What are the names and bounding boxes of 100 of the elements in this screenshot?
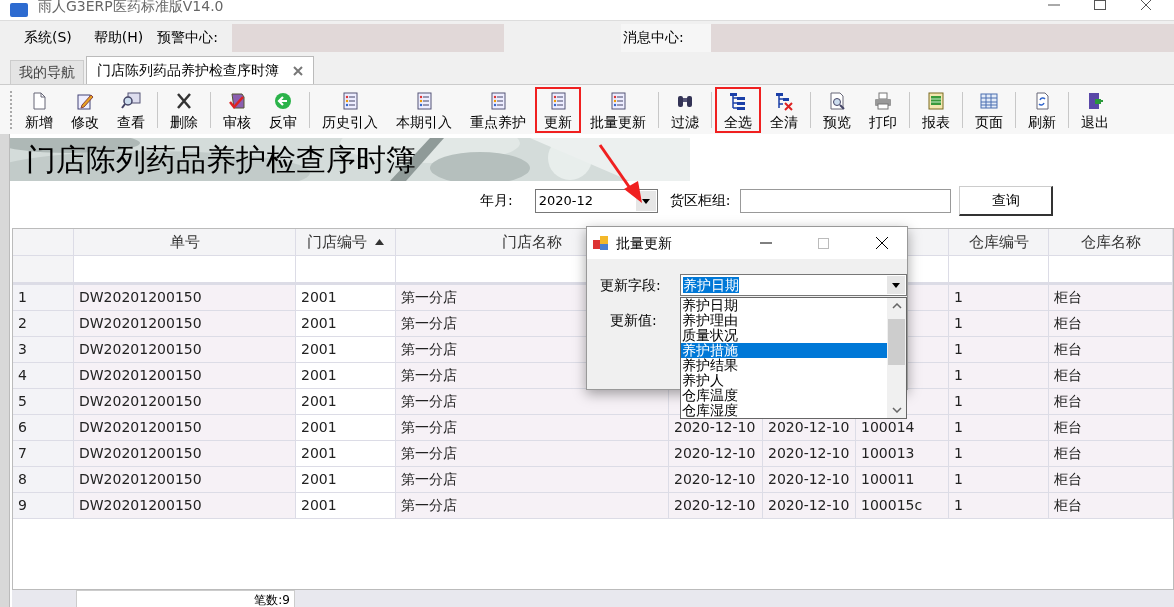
table-cell: 柜台 — [1049, 311, 1173, 337]
table-cell: DW20201200150 — [74, 493, 296, 519]
query-button[interactable]: 查询 — [959, 185, 1054, 216]
table-cell: DW20201200150 — [74, 467, 296, 493]
table-cell: 1 — [949, 311, 1049, 337]
toolbar-button[interactable]: 全清 — [761, 86, 807, 133]
table-cell: 1 — [949, 415, 1049, 441]
table-cell: 1 — [949, 493, 1049, 519]
table-cell: 2020-12-10 — [763, 493, 856, 519]
dropdown-option[interactable]: 养护日期 — [681, 298, 887, 313]
dropdown-option[interactable]: 仓库温度 — [681, 388, 887, 403]
table-cell: 柜台 — [1049, 389, 1173, 415]
toolbar-button[interactable]: 修改 — [62, 86, 108, 133]
toolbar-button[interactable]: 查看 — [108, 86, 154, 133]
menu-item[interactable]: 帮助(H) — [93, 27, 144, 48]
table-cell: 2001 — [296, 493, 396, 519]
table-cell: 2001 — [296, 337, 396, 363]
table-cell: 2020-12-10 — [669, 493, 763, 519]
toolbar-button[interactable]: 审核 — [214, 86, 260, 133]
table-cell: 2001 — [296, 441, 396, 467]
table-cell: DW20201200150 — [74, 337, 296, 363]
dropdown-option[interactable]: 质量状况 — [681, 328, 887, 343]
tab[interactable]: 我的导航 — [10, 60, 84, 84]
toolbar-button[interactable]: 更新 — [535, 86, 581, 133]
dropdown-option[interactable]: 养护措施 — [681, 343, 887, 358]
row-number: 7 — [13, 441, 74, 467]
table-cell: 2001 — [296, 415, 396, 441]
shelf-group-label: 货区柜组: — [669, 191, 731, 210]
row-number: 5 — [13, 389, 74, 415]
table-cell: 柜台 — [1049, 363, 1173, 389]
table-cell: 2020-12-10 — [669, 467, 763, 493]
table-cell: 第一分店 — [396, 441, 669, 467]
table-cell: 1 — [949, 363, 1049, 389]
table-cell: 1 — [949, 337, 1049, 363]
table-cell: 1 — [949, 285, 1049, 311]
toolbar-button[interactable]: 预览 — [814, 86, 860, 133]
table-cell: DW20201200150 — [74, 441, 296, 467]
table-cell: 第一分店 — [396, 389, 669, 415]
field-dropdown[interactable]: 养护日期 — [680, 274, 907, 296]
table-cell: 2001 — [296, 311, 396, 337]
table-cell: 100013 — [856, 441, 949, 467]
row-number: 2 — [13, 311, 74, 337]
toolbar-button[interactable]: 重点养护 — [461, 86, 535, 133]
table-cell: 2001 — [296, 363, 396, 389]
table-cell: 100011 — [856, 467, 949, 493]
table-cell: 1 — [949, 389, 1049, 415]
toolbar-button[interactable]: 批量更新 — [581, 86, 655, 133]
row-number: 8 — [13, 467, 74, 493]
table-cell: DW20201200150 — [74, 389, 296, 415]
table-cell: 柜台 — [1049, 415, 1173, 441]
dialog-title: 批量更新 — [616, 233, 672, 253]
toolbar-button[interactable]: 报表 — [913, 86, 959, 133]
table-cell: 柜台 — [1049, 337, 1173, 363]
table-cell: 100014 — [856, 415, 949, 441]
toolbar-button[interactable]: 新增 — [16, 86, 62, 133]
toolbar-button[interactable]: 删除 — [161, 86, 207, 133]
window-title: 雨人G3ERP医药标准版V14.0 — [38, 0, 224, 13]
table-cell: 2001 — [296, 467, 396, 493]
table-cell: 柜台 — [1049, 285, 1173, 311]
row-number: 9 — [13, 493, 74, 519]
row-number: 1 — [13, 285, 74, 311]
table-cell: 100015c — [856, 493, 949, 519]
toolbar-button[interactable]: 反审 — [260, 86, 306, 133]
table-cell: DW20201200150 — [74, 285, 296, 311]
menu-item[interactable]: 系统(S) — [24, 27, 72, 48]
table-cell: 第一分店 — [396, 467, 669, 493]
banner-title: 门店陈列药品养护检查序时簿 — [26, 144, 416, 175]
table-cell: 2001 — [296, 285, 396, 311]
table-cell: 柜台 — [1049, 441, 1173, 467]
toolbar-button[interactable]: 历史引入 — [313, 86, 387, 133]
dropdown-option[interactable]: 养护结果 — [681, 358, 887, 373]
table-cell: 柜台 — [1049, 493, 1173, 519]
table-cell: DW20201200150 — [74, 415, 296, 441]
table-cell: 2020-12-10 — [669, 441, 763, 467]
table-cell: DW20201200150 — [74, 311, 296, 337]
toolbar-button[interactable]: 退出 — [1072, 86, 1118, 133]
toolbar-button[interactable]: 刷新 — [1019, 86, 1065, 133]
message-center-label: 消息中心: — [623, 28, 684, 47]
dropdown-option[interactable]: 养护人 — [681, 373, 887, 388]
toolbar-button[interactable]: 本期引入 — [387, 86, 461, 133]
value-label: 更新值: — [610, 311, 657, 330]
table-cell: 第一分店 — [396, 415, 669, 441]
alert-center-label: 预警中心: — [157, 28, 218, 47]
dropdown-option[interactable]: 仓库湿度 — [681, 403, 887, 418]
row-number: 4 — [13, 363, 74, 389]
row-number: 6 — [13, 415, 74, 441]
year-month-dropdown[interactable]: 2020-12 — [534, 188, 658, 213]
toolbar-button[interactable]: 过滤 — [662, 86, 708, 133]
toolbar-button[interactable]: 打印 — [860, 86, 906, 133]
toolbar-button[interactable]: 页面 — [966, 86, 1012, 133]
table-cell: 2020-12-10 — [763, 441, 856, 467]
record-count: 笔数:9 — [254, 593, 290, 607]
tab[interactable]: 门店陈列药品养护检查序时簿 — [86, 56, 314, 84]
table-cell: 1 — [949, 441, 1049, 467]
dropdown-option[interactable]: 养护理由 — [681, 313, 887, 328]
table-cell: DW20201200150 — [74, 363, 296, 389]
table-cell: 第一分店 — [396, 493, 669, 519]
toolbar-button[interactable]: 全选 — [715, 86, 761, 133]
row-number: 3 — [13, 337, 74, 363]
table-cell: 柜台 — [1049, 467, 1173, 493]
